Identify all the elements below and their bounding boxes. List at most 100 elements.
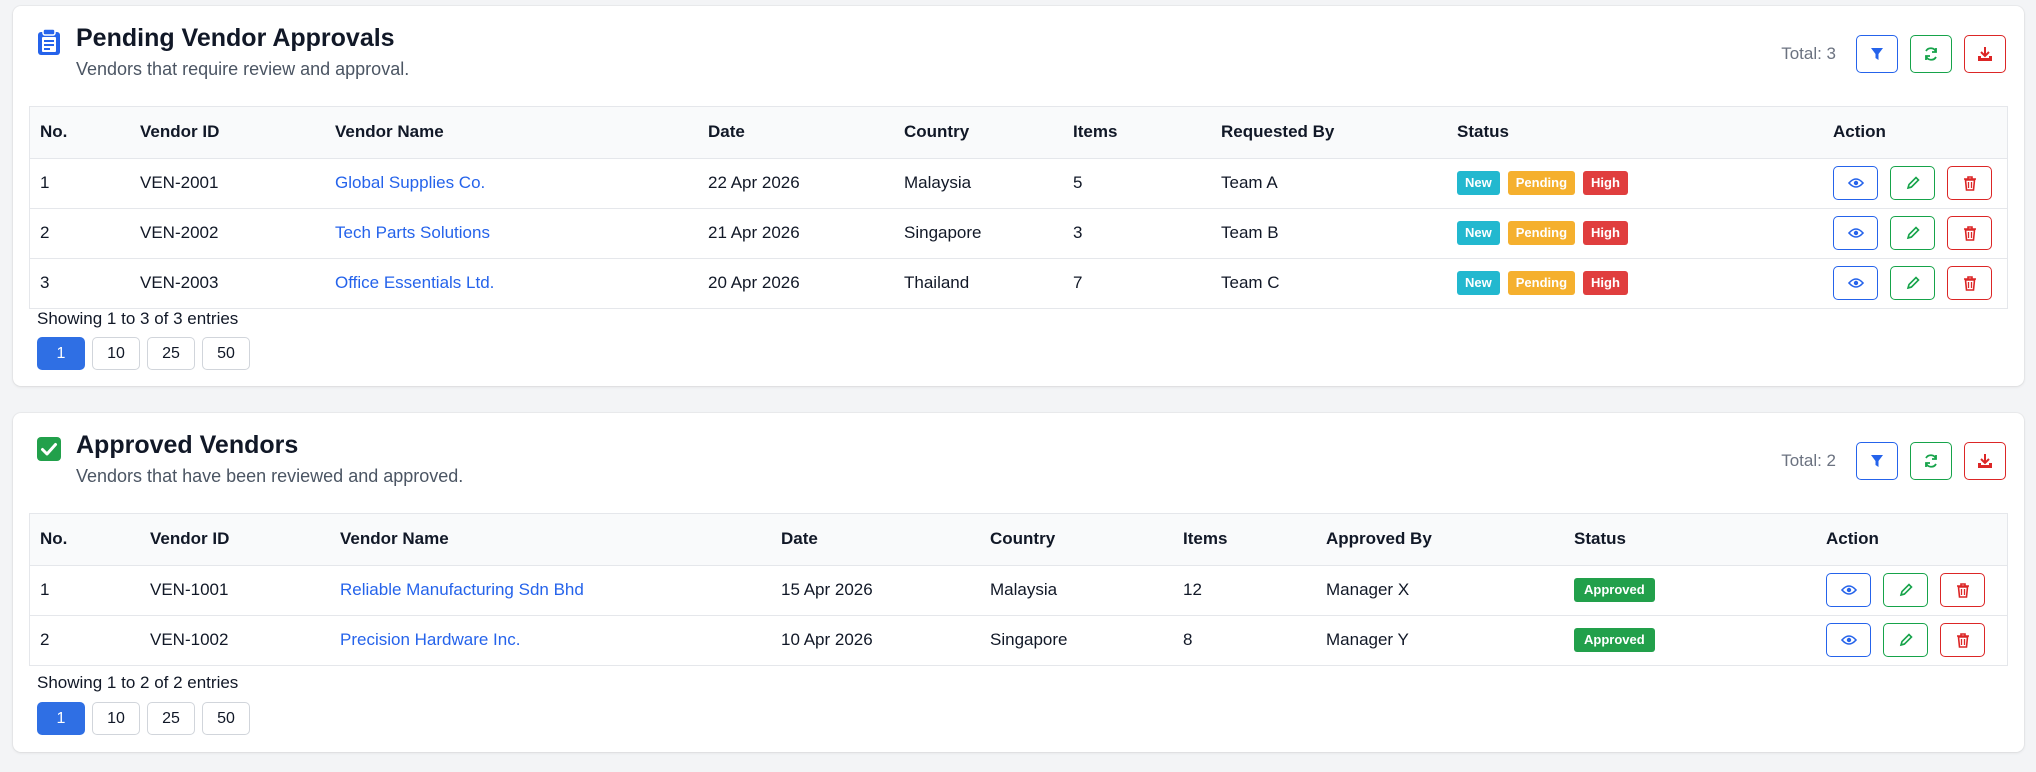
pencil-icon — [1899, 633, 1913, 647]
country-cell: Thailand — [904, 273, 970, 293]
table-row: 1 VEN-2001 Global Supplies Co. 22 Apr 20… — [30, 158, 2007, 209]
eye-icon — [1847, 228, 1864, 238]
filter-button[interactable] — [1856, 442, 1898, 480]
download-button[interactable] — [1964, 442, 2006, 480]
view-button[interactable] — [1833, 166, 1878, 200]
status-badge-approved: Approved — [1574, 628, 1655, 653]
row-number: 3 — [40, 273, 50, 293]
view-button[interactable] — [1826, 623, 1871, 658]
page-size-button[interactable]: 50 — [202, 702, 250, 735]
column-header[interactable]: Status — [1447, 107, 1823, 159]
approved-by-cell: Manager Y — [1326, 630, 1409, 650]
vendor-name-link[interactable]: Tech Parts Solutions — [335, 223, 490, 242]
edit-button[interactable] — [1883, 623, 1928, 658]
vendor-id: VEN-2003 — [140, 273, 219, 293]
column-header[interactable]: Items — [1173, 514, 1316, 566]
requested-by-cell: Team C — [1221, 273, 1280, 293]
refresh-button[interactable] — [1910, 35, 1952, 73]
edit-button[interactable] — [1883, 573, 1928, 607]
page-title: Approved Vendors — [76, 431, 299, 459]
pagination: 1 10 25 50 — [37, 702, 250, 735]
items-cell: 5 — [1063, 158, 1211, 209]
status-badge-high: High — [1583, 271, 1628, 296]
country-cell: Singapore — [990, 630, 1068, 650]
row-number: 2 — [30, 208, 130, 259]
edit-button[interactable] — [1890, 216, 1935, 250]
delete-button[interactable] — [1947, 166, 1992, 200]
column-header[interactable]: Status — [1564, 514, 1816, 566]
pencil-icon — [1906, 226, 1920, 240]
page-size-button[interactable]: 10 — [92, 337, 140, 370]
status-badge-approved: Approved — [1574, 578, 1655, 602]
action-cell — [1816, 565, 2007, 616]
column-header[interactable]: Date — [771, 514, 980, 566]
page-size-button[interactable]: 10 — [92, 702, 140, 735]
download-button[interactable] — [1964, 35, 2006, 73]
column-header[interactable]: Vendor ID — [130, 107, 325, 159]
page-subtitle: Vendors that require review and approval… — [76, 59, 410, 79]
pending-header: Pending Vendor Approvals Vendors that re… — [13, 6, 2024, 106]
page-size-button[interactable]: 25 — [147, 702, 195, 735]
vendor-id: VEN-1002 — [150, 630, 229, 650]
vendor-id: VEN-2001 — [130, 158, 325, 209]
status-cell: New Pending High — [1447, 258, 1823, 308]
items-cell: 8 — [1183, 630, 1193, 650]
delete-button[interactable] — [1947, 266, 1992, 301]
column-header[interactable]: Requested By — [1211, 107, 1447, 159]
column-header[interactable]: Date — [698, 107, 894, 159]
row-number: 2 — [40, 630, 50, 650]
view-button[interactable] — [1833, 266, 1878, 301]
approved-by-cell: Manager X — [1316, 565, 1564, 616]
refresh-icon — [1925, 47, 1937, 61]
page-subtitle: Vendors that have been reviewed and appr… — [76, 466, 464, 486]
date-cell: 20 Apr 2026 — [708, 273, 800, 293]
filter-icon — [1871, 48, 1883, 60]
delete-button[interactable] — [1940, 623, 1985, 658]
status-cell: Approved — [1564, 615, 1816, 665]
edit-button[interactable] — [1890, 266, 1935, 301]
status-cell: New Pending High — [1447, 208, 1823, 259]
column-header[interactable]: Vendor Name — [325, 107, 698, 159]
table-row: 3 VEN-2003 Office Essentials Ltd. 20 Apr… — [30, 258, 2007, 308]
status-badge-high: High — [1583, 171, 1628, 195]
column-header[interactable]: Country — [980, 514, 1173, 566]
status-badge-new: New — [1457, 271, 1500, 296]
vendor-name-link[interactable]: Global Supplies Co. — [335, 173, 485, 192]
delete-button[interactable] — [1947, 216, 1992, 250]
date-cell: 22 Apr 2026 — [698, 158, 894, 209]
edit-button[interactable] — [1890, 166, 1935, 200]
requested-by-cell: Team B — [1211, 208, 1447, 259]
vendor-name-link[interactable]: Office Essentials Ltd. — [335, 273, 494, 292]
clipboard-icon — [35, 28, 63, 56]
page-button[interactable]: 1 — [37, 337, 85, 370]
trash-icon — [1956, 632, 1969, 648]
approved-header: Approved Vendors Vendors that have been … — [13, 413, 2024, 513]
column-header[interactable]: Approved By — [1316, 514, 1564, 566]
vendor-id: VEN-1001 — [140, 565, 330, 616]
trash-icon — [1963, 175, 1976, 191]
page-button[interactable]: 1 — [37, 702, 85, 735]
view-button[interactable] — [1833, 216, 1878, 250]
column-header: No. — [30, 107, 130, 159]
column-header[interactable]: Vendor Name — [330, 514, 771, 566]
page-size-button[interactable]: 25 — [147, 337, 195, 370]
pending-vendors-card: Pending Vendor Approvals Vendors that re… — [13, 6, 2024, 386]
pencil-icon — [1906, 176, 1920, 190]
view-button[interactable] — [1826, 573, 1871, 607]
column-header[interactable]: Items — [1063, 107, 1211, 159]
eye-icon — [1840, 585, 1857, 595]
table-header-row: No. Vendor ID Vendor Name Date Country I… — [30, 107, 2007, 159]
delete-button[interactable] — [1940, 573, 1985, 607]
vendor-name-link[interactable]: Reliable Manufacturing Sdn Bhd — [340, 580, 584, 599]
pending-table: No. Vendor ID Vendor Name Date Country I… — [29, 106, 2008, 309]
column-header[interactable]: Vendor ID — [140, 514, 330, 566]
trash-icon — [1956, 582, 1969, 598]
filter-button[interactable] — [1856, 35, 1898, 73]
action-cell — [1816, 615, 2007, 665]
eye-icon — [1840, 635, 1857, 646]
eye-icon — [1847, 178, 1864, 188]
refresh-button[interactable] — [1910, 442, 1952, 480]
column-header[interactable]: Country — [894, 107, 1063, 159]
page-size-button[interactable]: 50 — [202, 337, 250, 370]
vendor-name-link[interactable]: Precision Hardware Inc. — [340, 630, 520, 649]
